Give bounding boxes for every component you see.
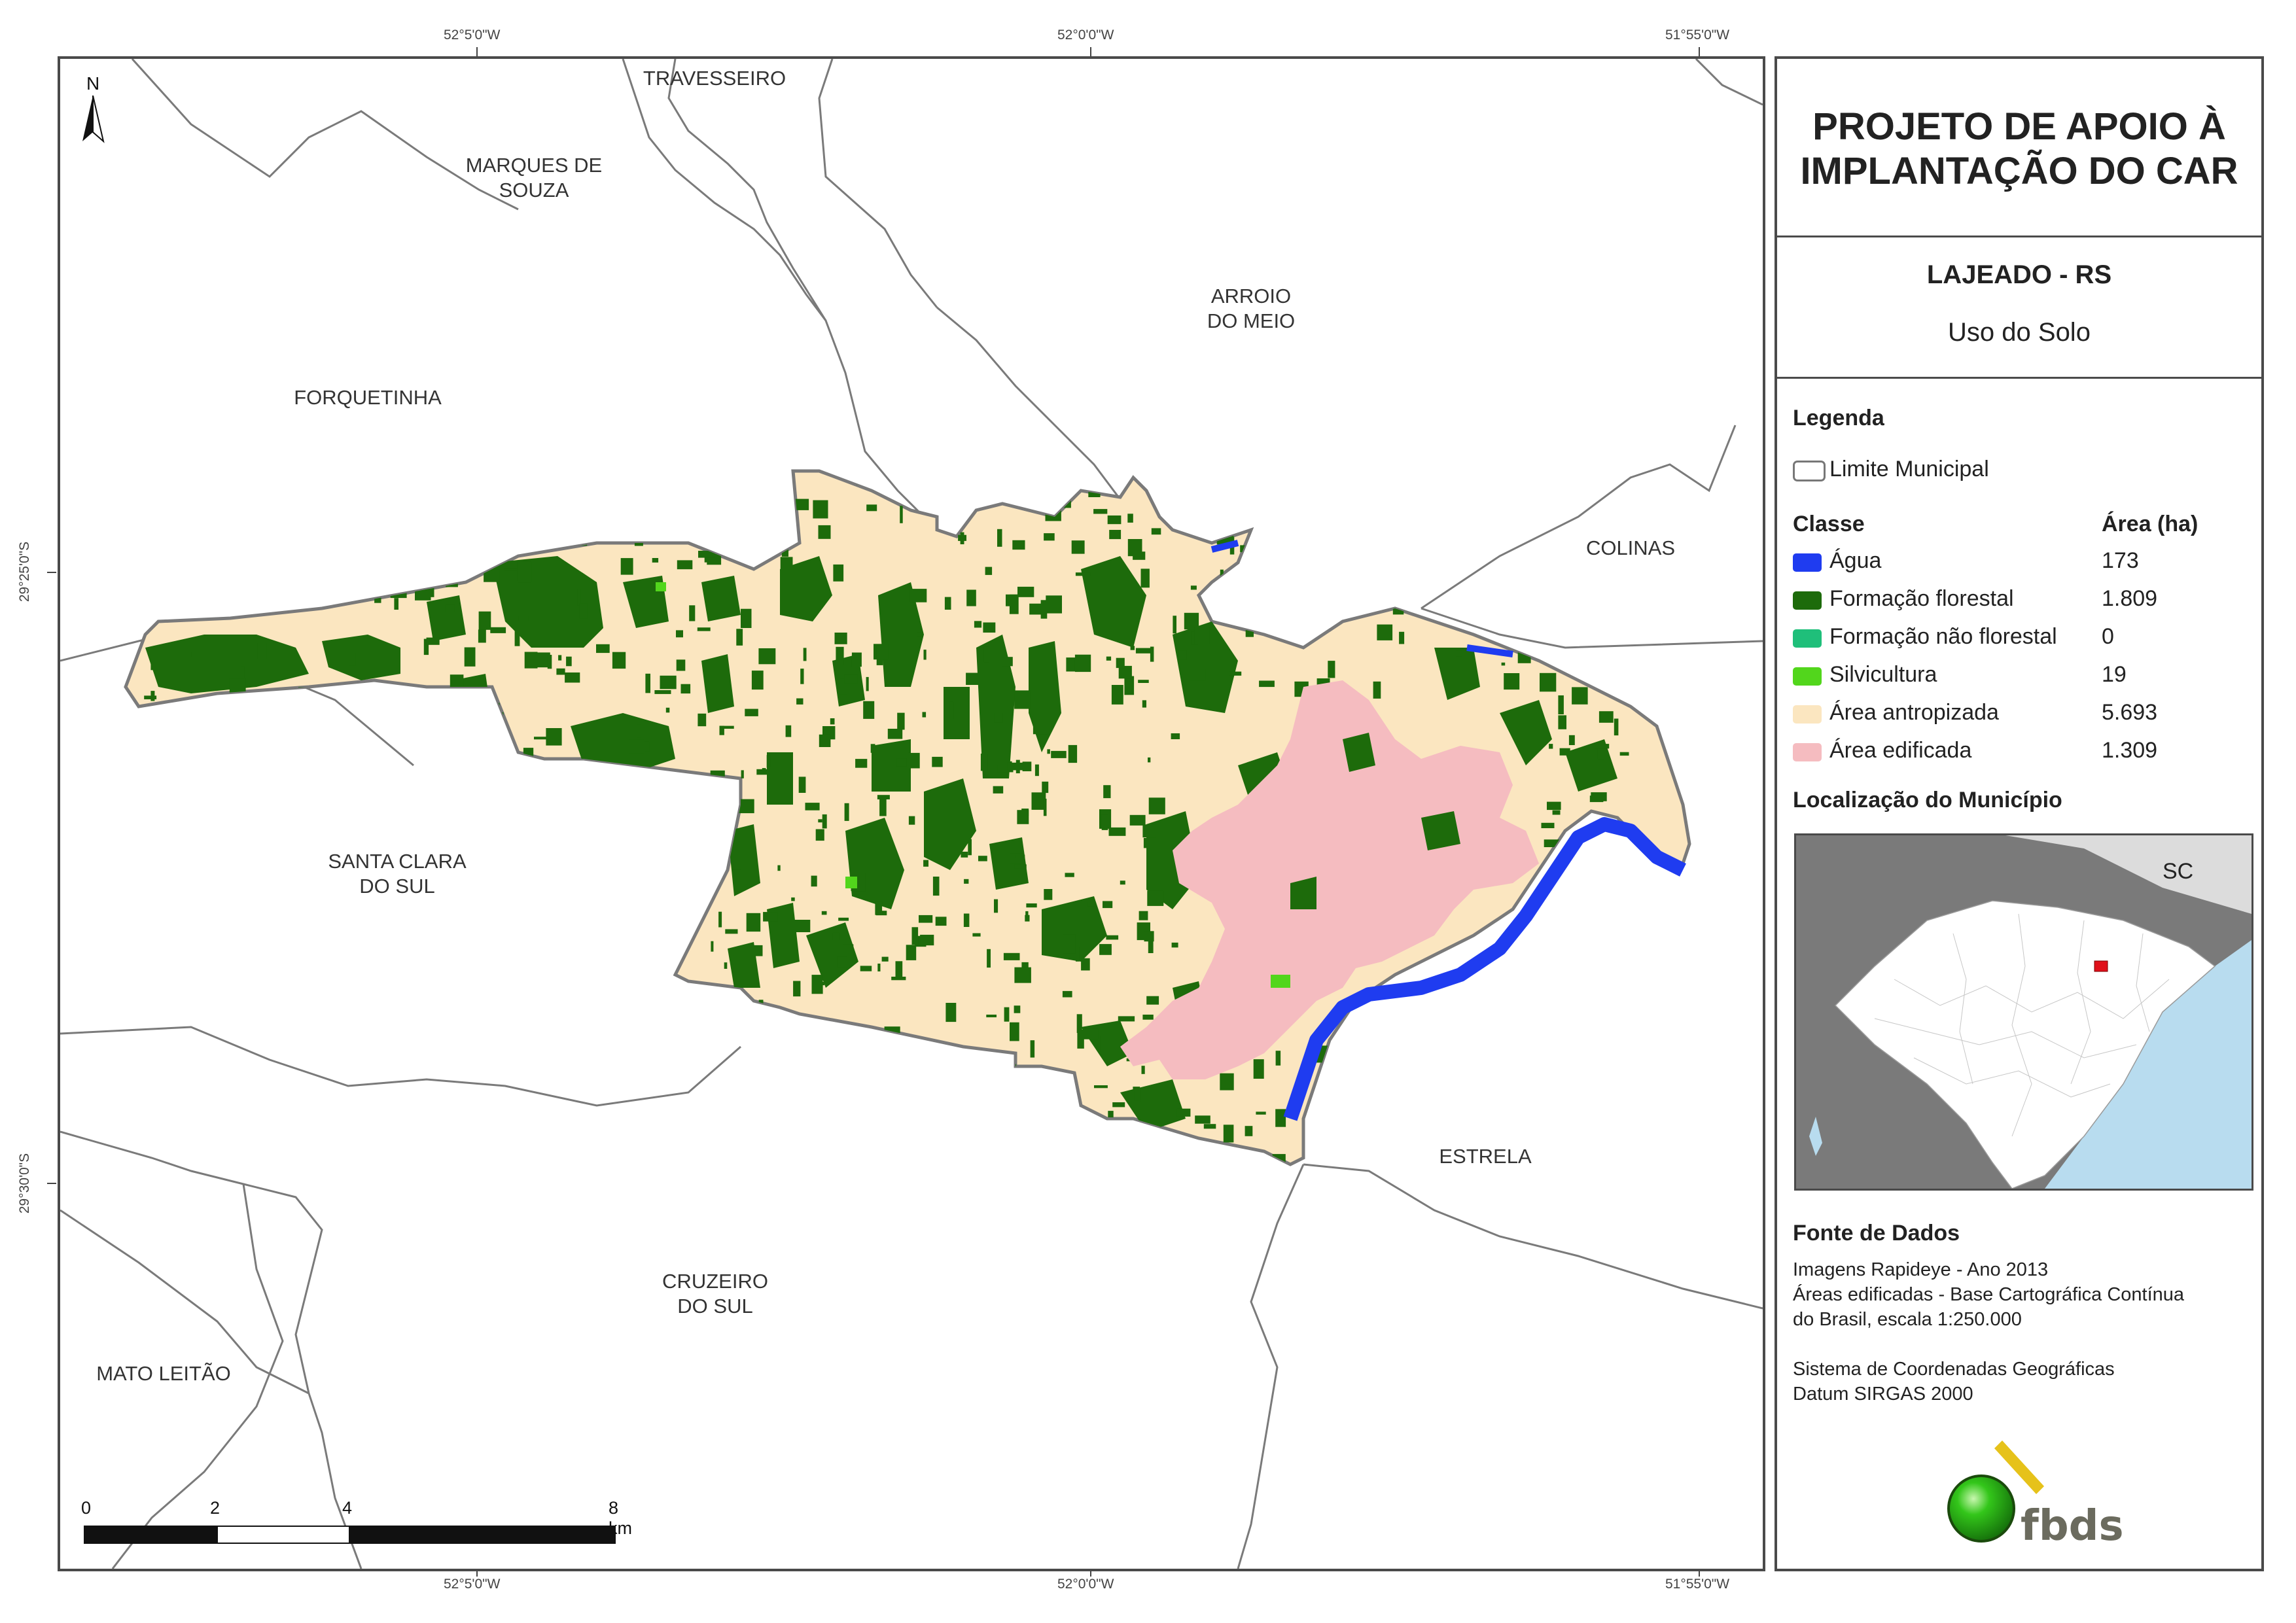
source-line-1: Imagens Rapideye - Ano 2013 [1793, 1259, 2049, 1280]
class-area: 19 [2102, 662, 2127, 687]
class-label: Silvicultura [1829, 662, 1937, 687]
class-swatch [1793, 705, 1822, 724]
label-santa-clara-do-sul: SANTA CLARA DO SUL [328, 850, 467, 898]
scale-bar: 0 2 4 8 km [80, 1498, 643, 1550]
source-line-2: Áreas edificadas - Base Cartográfica Con… [1793, 1284, 2185, 1305]
class-swatch [1793, 743, 1822, 761]
map-canvas [60, 59, 1763, 1569]
source-heading: Fonte de Dados [1793, 1221, 1960, 1246]
label-forquetinha: FORQUETINHA [294, 386, 442, 409]
title-line-2: IMPLANTAÇÃO DO CAR [1800, 150, 2238, 192]
map-frame[interactable]: N TRAVESSEIRO MARQUES DE SOUZA ARROIO DO M… [58, 56, 1765, 1571]
scale-label-2: 2 [210, 1498, 221, 1518]
class-area: 0 [2102, 624, 2114, 649]
grid-label-left-1: 29°25'0"S [17, 541, 33, 602]
tick-left-1 [47, 572, 56, 573]
class-area: 5.693 [2102, 700, 2158, 725]
class-swatch [1793, 667, 1822, 686]
class-label: Área antropizada [1829, 700, 1999, 725]
label-mato-leitao: MATO LEITÃO [96, 1362, 231, 1385]
map-subtitle: Uso do Solo [1948, 318, 2091, 347]
grid-label-bottom-3: 51°55'0"W [1665, 1577, 1730, 1592]
title-line-1: PROJETO DE APOIO À [1812, 105, 2226, 148]
label-colinas: COLINAS [1585, 536, 1676, 559]
tick-top-3 [1699, 47, 1700, 56]
inset-map-canvas [1796, 835, 2252, 1189]
scale-label-4: 4 [342, 1498, 353, 1518]
label-cruzeiro-do-sul: CRUZEIRO DO SUL [662, 1270, 768, 1318]
class-label: Formação florestal [1829, 586, 2014, 611]
north-arrow-label: N [86, 73, 100, 94]
class-area: 173 [2102, 548, 2139, 573]
boundary-label: Limite Municipal [1829, 457, 1989, 481]
class-swatch [1793, 591, 1822, 610]
crs-line-1: Sistema de Coordenadas Geográficas [1793, 1359, 2115, 1380]
lajeado-municipality [124, 469, 1691, 1166]
grid-label-bottom-2: 52°0'0"W [1057, 1577, 1114, 1592]
class-label: Água [1829, 548, 1882, 573]
place-name: LAJEADO - RS [1926, 260, 2112, 289]
class-area: 1.809 [2102, 586, 2158, 611]
class-label: Área edificada [1829, 738, 1972, 763]
scale-segment-3 [349, 1526, 616, 1544]
fbds-logo: fbds [1934, 1439, 2130, 1550]
scale-segment-1 [84, 1526, 219, 1544]
grid-label-top-1: 52°5'0"W [444, 27, 501, 43]
class-heading: Classe [1793, 512, 1865, 536]
label-arroio-do-meio: ARROIO DO MEIO [1207, 285, 1296, 332]
tick-top-2 [1090, 47, 1091, 56]
fbds-logo-text: fbds [2021, 1502, 2124, 1550]
scale-segment-2 [217, 1526, 351, 1544]
class-label: Formação não florestal [1829, 624, 2057, 649]
class-area: 1.309 [2102, 738, 2158, 763]
inset-label-sc: SC [2163, 859, 2194, 884]
grid-label-top-2: 52°0'0"W [1057, 27, 1114, 43]
location-heading: Localização do Município [1793, 788, 2062, 812]
tick-top-1 [476, 47, 478, 56]
label-travesseiro: TRAVESSEIRO [643, 67, 786, 90]
grid-label-top-3: 51°55'0"W [1665, 27, 1730, 43]
source-line-3: do Brasil, escala 1:250.000 [1793, 1309, 2022, 1330]
tick-left-2 [47, 1183, 56, 1184]
legend-panel: PROJETO DE APOIO À IMPLANTAÇÃO DO CAR LA… [1775, 56, 2264, 1571]
inset-map: SC [1794, 833, 2253, 1191]
north-arrow-icon [82, 96, 105, 143]
separator-1 [1777, 236, 2261, 237]
boundary-symbol [1793, 461, 1826, 481]
grid-label-left-2: 29°30'0"S [17, 1153, 33, 1214]
label-estrela: ESTRELA [1439, 1145, 1532, 1168]
separator-2 [1777, 377, 2261, 379]
scale-label-0: 0 [81, 1498, 92, 1518]
crs-line-2: Datum SIRGAS 2000 [1793, 1384, 1973, 1405]
class-swatch [1793, 553, 1822, 572]
area-heading: Área (ha) [2102, 512, 2199, 536]
label-marques-de-souza: MARQUES DE SOUZA [465, 154, 603, 201]
grid-label-bottom-1: 52°5'0"W [444, 1577, 501, 1592]
lajeado-location-marker [2094, 960, 2108, 972]
north-arrow: N [77, 73, 116, 145]
class-swatch [1793, 629, 1822, 648]
legend-heading: Legenda [1793, 406, 1884, 430]
